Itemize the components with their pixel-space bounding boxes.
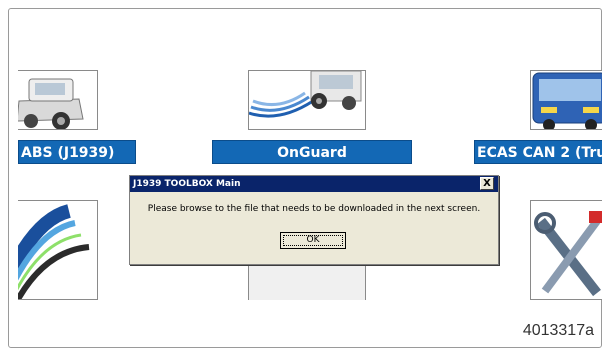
- tile-label-abs[interactable]: ABS (J1939): [18, 140, 136, 164]
- onguard-tile-image[interactable]: [248, 70, 366, 130]
- lower-right-tile-image[interactable]: [530, 200, 602, 300]
- message-dialog: J1939 TOOLBOX Main X Please browse to th…: [129, 175, 499, 265]
- figure-id: 4013317a: [522, 322, 594, 339]
- tools-icon: [531, 201, 602, 299]
- tile-label-onguard[interactable]: OnGuard: [212, 140, 412, 164]
- ok-button[interactable]: OK: [280, 232, 346, 249]
- dialog-message: Please browse to the file that needs to …: [147, 204, 481, 214]
- abs-tile-image[interactable]: [18, 70, 98, 130]
- rainbow-arc-icon: [18, 204, 90, 299]
- bus-icon: [532, 72, 602, 129]
- close-icon[interactable]: X: [480, 177, 494, 190]
- dialog-titlebar[interactable]: J1939 TOOLBOX Main X: [130, 176, 498, 192]
- ecas-tile-image[interactable]: [530, 70, 602, 130]
- onguard-radar-truck-icon: [249, 71, 362, 118]
- dialog-title: J1939 TOOLBOX Main: [133, 179, 241, 189]
- truck-icon: [18, 78, 84, 129]
- lower-left-tile-image[interactable]: [18, 200, 98, 300]
- tile-label-ecas[interactable]: ECAS CAN 2 (Tru: [474, 140, 602, 164]
